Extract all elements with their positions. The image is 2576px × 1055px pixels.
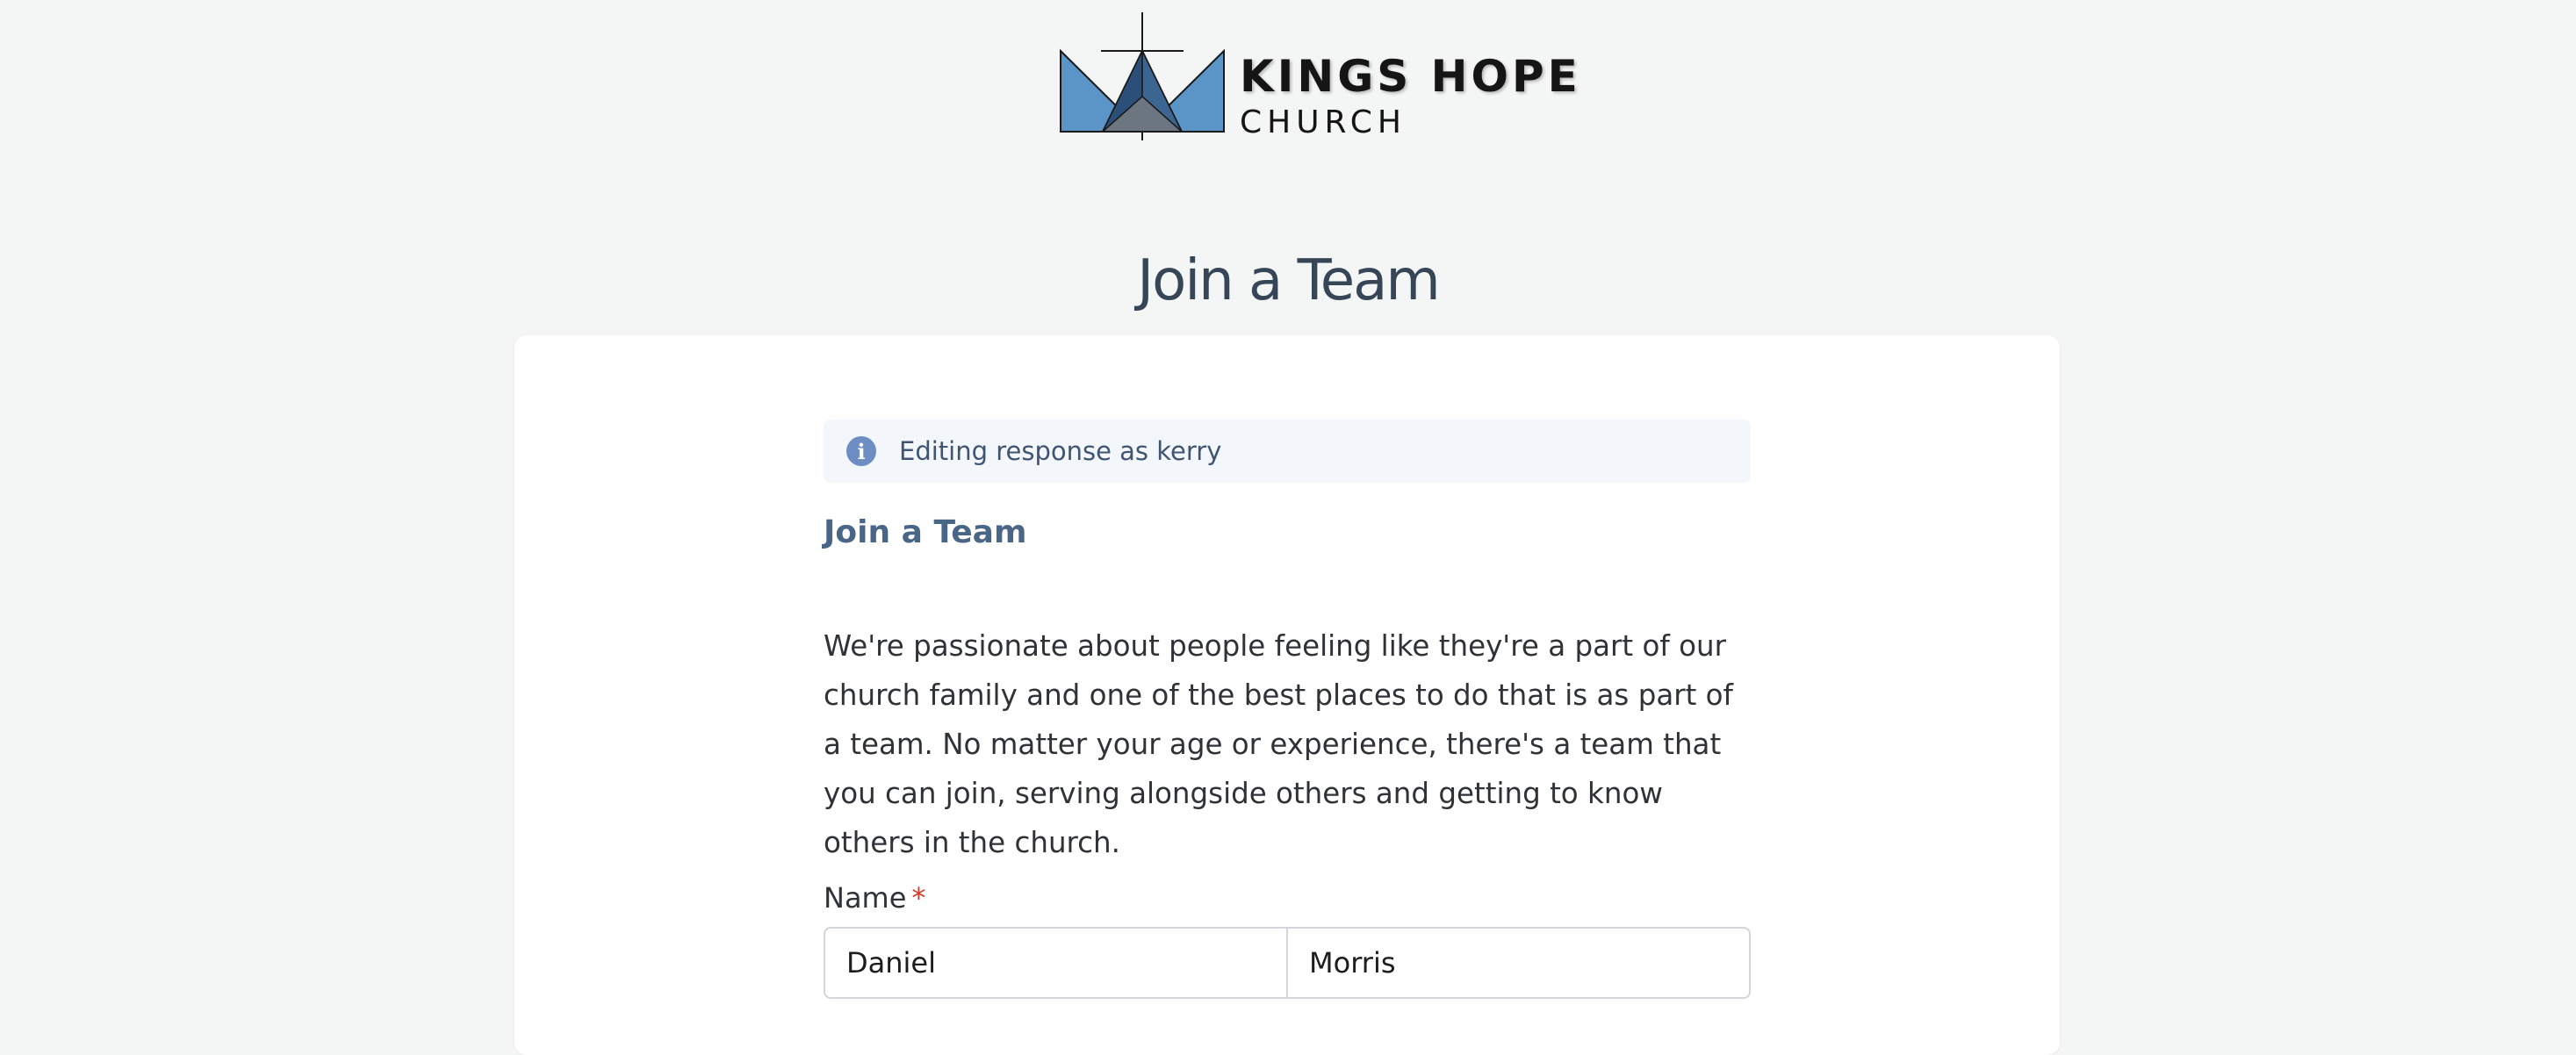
first-name-input[interactable]: [825, 929, 1288, 997]
logo-line-2: CHURCH: [1240, 104, 1407, 140]
required-marker: *: [911, 881, 926, 915]
editing-notice: i Editing response as kerry: [824, 420, 1751, 483]
name-input-group: [824, 927, 1751, 999]
info-icon: i: [846, 436, 876, 466]
form-section-title: Join a Team: [824, 514, 1027, 550]
church-logo[interactable]: KINGS HOPE CHURCH: [1059, 9, 1578, 140]
crown-cross-icon: [1060, 12, 1225, 140]
name-field-label: Name *: [824, 881, 925, 915]
form-description: We're passionate about people feeling li…: [824, 629, 1734, 859]
last-name-input[interactable]: [1288, 929, 1749, 997]
page-title: Join a Team: [1137, 248, 1440, 313]
name-label-text: Name: [824, 881, 907, 915]
notice-text: Editing response as kerry: [899, 436, 1222, 466]
logo-wordmark: KINGS HOPE CHURCH: [1240, 54, 1581, 140]
logo-line-1: KINGS HOPE: [1240, 51, 1581, 102]
